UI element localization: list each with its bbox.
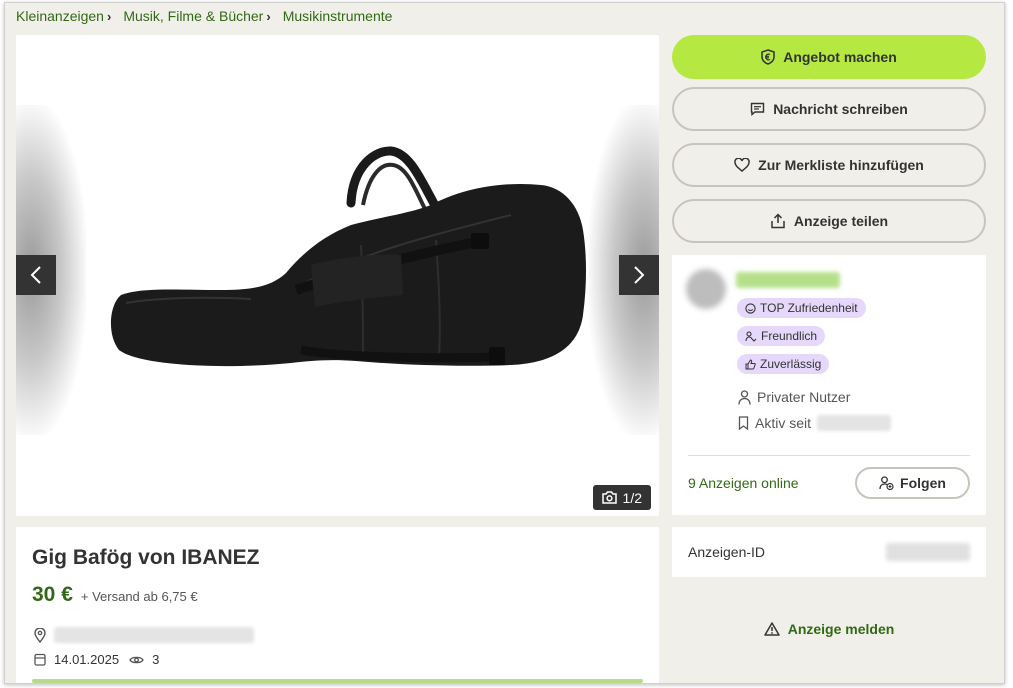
photo-count-label: 1/2 xyxy=(622,489,642,506)
user-icon xyxy=(738,389,751,405)
make-offer-label: Angebot machen xyxy=(783,49,897,65)
price-row: 30 € + Versand ab 6,75 € xyxy=(32,583,198,607)
badge-friendly: Freundlich xyxy=(737,326,826,346)
breadcrumb: Kleinanzeigen › Musik, Filme & Bücher › … xyxy=(16,8,392,24)
location-redacted xyxy=(54,627,254,643)
seller-ads-online-link[interactable]: 9 Anzeigen online xyxy=(688,475,799,491)
ad-id-card: Anzeigen-ID xyxy=(672,527,986,577)
badge-top-satisfaction: TOP Zufriedenheit xyxy=(737,298,866,318)
share-icon xyxy=(771,213,785,229)
location-row xyxy=(34,627,254,643)
follow-button[interactable]: Folgen xyxy=(855,467,970,499)
seller-type: Privater Nutzer xyxy=(757,389,851,405)
share-ad-label: Anzeige teilen xyxy=(793,213,889,229)
send-message-button[interactable]: Nachricht schreiben xyxy=(672,87,986,131)
thumbs-up-icon xyxy=(745,358,756,369)
badge-label: TOP Zufriedenheit xyxy=(760,301,858,315)
gig-bag-image[interactable] xyxy=(101,145,591,385)
camera-icon xyxy=(601,491,617,504)
ad-id-label: Anzeigen-ID xyxy=(688,544,766,560)
seller-type-row: Privater Nutzer xyxy=(738,389,850,405)
follow-label: Folgen xyxy=(900,475,946,491)
next-image-button[interactable] xyxy=(619,255,659,295)
chevron-right-icon xyxy=(634,266,645,284)
send-message-label: Nachricht schreiben xyxy=(773,101,908,117)
breadcrumb-item-kleinanzeigen[interactable]: Kleinanzeigen xyxy=(16,8,104,24)
badge-label: Freundlich xyxy=(761,329,818,343)
previous-image-button[interactable] xyxy=(16,255,56,295)
divider-line xyxy=(32,679,643,683)
chevron-right-icon: › xyxy=(266,8,271,24)
avatar[interactable] xyxy=(686,269,726,309)
chevron-left-icon xyxy=(30,266,41,284)
ad-details-card: Gig Bafög von IBANEZ 30 € + Versand ab 6… xyxy=(16,527,659,683)
active-since-label: Aktiv seit xyxy=(755,415,812,431)
badge-reliable: Zuverlässig xyxy=(737,354,830,374)
ad-date: 14.01.2025 xyxy=(54,652,120,667)
add-to-watchlist-button[interactable]: Zur Merkliste hinzufügen xyxy=(672,143,986,187)
bookmark-icon xyxy=(738,416,749,430)
user-plus-icon xyxy=(879,476,894,490)
shipping-cost: + Versand ab 6,75 € xyxy=(80,589,198,604)
breadcrumb-item-musikinstrumente[interactable]: Musikinstrumente xyxy=(283,8,393,24)
active-since-row: Aktiv seit xyxy=(738,415,892,431)
warning-icon xyxy=(763,622,780,636)
page-frame: Kleinanzeigen › Musik, Filme & Bücher › … xyxy=(4,2,1005,684)
handshake-icon xyxy=(745,330,757,342)
share-ad-button[interactable]: Anzeige teilen xyxy=(672,199,986,243)
report-ad-label: Anzeige melden xyxy=(787,621,895,637)
seller-name-redacted[interactable] xyxy=(736,272,840,288)
active-since-redacted xyxy=(817,415,892,431)
add-to-watchlist-label: Zur Merkliste hinzufügen xyxy=(758,157,924,173)
eye-icon xyxy=(129,656,144,663)
photo-count-badge[interactable]: 1/2 xyxy=(592,485,651,510)
date-views-row: 14.01.2025 3 xyxy=(34,652,159,667)
make-offer-button[interactable]: Angebot machen xyxy=(672,35,986,79)
smiley-icon xyxy=(745,302,756,314)
ad-price: 30 € xyxy=(32,583,73,606)
calendar-icon xyxy=(34,653,46,666)
chevron-right-icon: › xyxy=(106,8,112,24)
ad-views: 3 xyxy=(152,652,160,667)
location-pin-icon xyxy=(34,627,46,643)
report-ad-button[interactable]: Anzeige melden xyxy=(672,621,986,637)
ad-id-redacted xyxy=(886,543,970,561)
ad-title: Gig Bafög von IBANEZ xyxy=(32,546,260,569)
image-gallery: 1/2 xyxy=(16,35,659,516)
badge-label: Zuverlässig xyxy=(760,357,822,371)
shield-euro-icon xyxy=(761,49,775,65)
seller-divider xyxy=(688,455,970,456)
message-icon xyxy=(750,102,765,116)
heart-icon xyxy=(734,158,750,172)
seller-card: TOP Zufriedenheit Freundlich Zuverlässig… xyxy=(672,255,986,515)
breadcrumb-item-musik[interactable]: Musik, Filme & Bücher xyxy=(123,8,263,24)
